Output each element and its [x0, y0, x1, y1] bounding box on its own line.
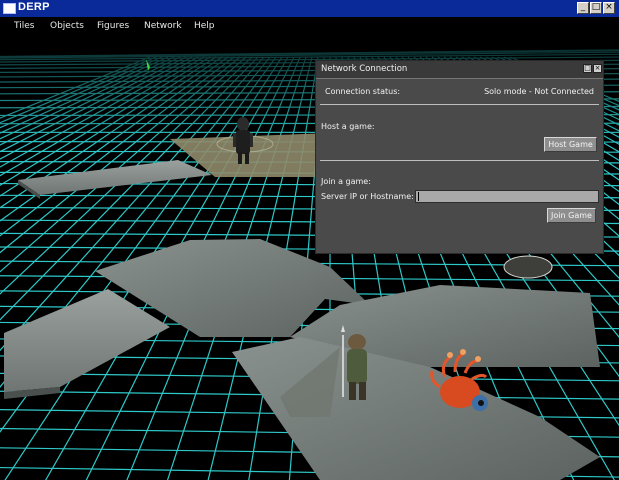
dialog-close-icon[interactable]: × [593, 64, 602, 73]
server-input[interactable] [415, 190, 599, 203]
menu-objects[interactable]: Objects [50, 21, 84, 31]
minimize-button[interactable]: _ [577, 2, 589, 14]
menu-network[interactable]: Network [144, 21, 182, 31]
divider [320, 104, 599, 105]
host-game-button[interactable]: Host Game [544, 137, 597, 152]
menu-tiles[interactable]: Tiles [14, 21, 34, 31]
server-label: Server IP or Hostname: [321, 192, 414, 201]
text-cursor [418, 192, 419, 201]
maximize-button[interactable]: □ [590, 2, 602, 14]
divider [320, 160, 599, 161]
dialog-maximize-icon[interactable]: □ [583, 64, 592, 73]
menu-help[interactable]: Help [194, 21, 215, 31]
join-game-button[interactable]: Join Game [547, 208, 596, 223]
app-icon [3, 3, 16, 14]
close-button[interactable]: × [603, 2, 615, 14]
window-title: DERP [18, 1, 50, 13]
connection-status-value: Solo mode - Not Connected [484, 87, 594, 96]
dialog-title: Network Connection [321, 64, 408, 74]
connection-status-label: Connection status: [325, 87, 401, 96]
title-bar[interactable]: DERP _ □ × [0, 0, 619, 18]
pit-object [503, 255, 553, 279]
network-connection-dialog: Network Connection □ × Connection status… [315, 60, 604, 254]
menu-bar: Tiles Objects Figures Network Help [0, 17, 619, 37]
join-label: Join a game: [321, 177, 371, 186]
dialog-title-bar[interactable]: Network Connection □ × [316, 61, 603, 79]
menu-figures[interactable]: Figures [97, 21, 129, 31]
host-label: Host a game: [321, 122, 375, 131]
